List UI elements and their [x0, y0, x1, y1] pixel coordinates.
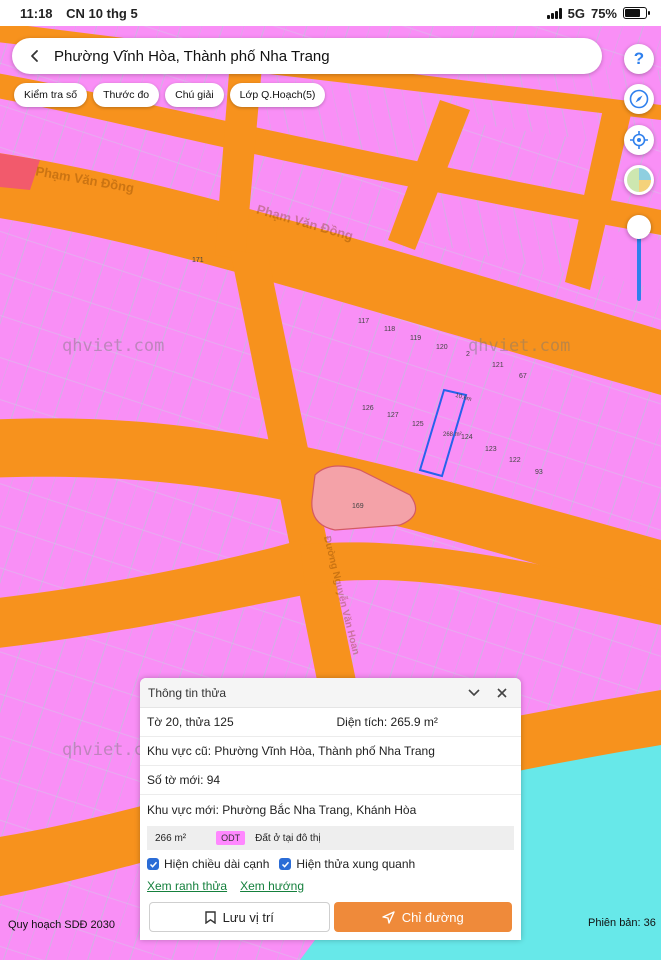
parcel-label: 120: [436, 344, 448, 351]
map-layer-title: Quy hoạch SDĐ 2030: [8, 919, 116, 931]
view-boundary-link[interactable]: Xem ranh thửa: [147, 879, 227, 893]
send-icon: [382, 910, 395, 924]
parcel-label: 2: [466, 351, 470, 358]
map-toolbar: Kiểm tra số Thước đo Chú giải Lớp Q.Hoạc…: [14, 83, 326, 107]
parcel-area: Diện tích: 265.9 m²: [336, 715, 438, 729]
parcel-label: 171: [192, 257, 204, 264]
parcel-label: 93: [535, 469, 543, 476]
parcel-label: 124: [461, 434, 473, 441]
parcel-area-label: 268 m²: [443, 432, 462, 438]
status-time: 11:18: [20, 5, 53, 21]
new-area-row: Khu vực mới: Phường Bắc Nha Trang, Khánh…: [140, 795, 521, 824]
parcel-label: 125: [412, 421, 424, 428]
measure-button[interactable]: Thước đo: [93, 83, 160, 107]
parcel-label: 67: [519, 373, 527, 380]
watermark: qhviet.com: [468, 336, 571, 356]
parcel-label: 121: [492, 362, 504, 369]
land-size: 266 m²: [155, 832, 187, 844]
parcel-label: 118: [384, 326, 396, 333]
land-description: Đất ở tại đô thị: [255, 832, 321, 844]
checkbox-checked-icon[interactable]: [147, 858, 159, 870]
new-sheet-row: Số tờ mới: 94: [140, 766, 521, 795]
panel-title: Thông tin thửa: [148, 685, 227, 700]
slider-knob[interactable]: [627, 215, 651, 239]
back-arrow-icon[interactable]: [24, 45, 46, 67]
parcel-label: 122: [509, 457, 521, 464]
parcel-label: 117: [358, 318, 370, 325]
old-area: Khu vực cũ: Phường Vĩnh Hòa, Thành phố N…: [147, 744, 435, 758]
parcel-label: 123: [485, 446, 497, 453]
close-icon[interactable]: [491, 682, 513, 704]
help-button[interactable]: ?: [624, 44, 654, 74]
opacity-slider[interactable]: [626, 205, 652, 305]
pie-chart-icon: [627, 168, 651, 192]
land-code-badge: ODT: [216, 831, 246, 845]
planning-layer-button[interactable]: Lớp Q.Hoạch(5): [229, 83, 326, 107]
compass-button[interactable]: [624, 84, 654, 114]
land-use-row: 266 m² ODT Đất ở tại đô thị: [147, 826, 514, 850]
new-area: Khu vực mới: Phường Bắc Nha Trang, Khánh…: [147, 802, 417, 817]
status-bar: 11:18 CN 10 thg 5 5G 75%: [0, 0, 661, 26]
checkbox-label: Hiện thửa xung quanh: [296, 857, 416, 871]
signal-icon: [546, 7, 562, 19]
parcel-info-panel: Thông tin thửa Tờ 20, thửa 125 Diện tích…: [140, 678, 521, 940]
parcel-id-row: Tờ 20, thửa 125 Diện tích: 265.9 m²: [140, 708, 521, 737]
directions-button[interactable]: Chỉ đường: [333, 902, 512, 932]
network-type: 5G: [567, 5, 585, 21]
layer-opacity-button[interactable]: [624, 165, 654, 195]
sheet-parcel: Tờ 20, thửa 125: [147, 715, 234, 729]
location-title: Phường Vĩnh Hòa, Thành phố Nha Trang: [54, 47, 330, 65]
options-row: Hiện chiều dài cạnh Hiện thửa xung quanh: [140, 852, 521, 876]
view-direction-link[interactable]: Xem hướng: [240, 879, 304, 893]
parcel-label: 169: [352, 503, 364, 510]
action-buttons: Lưu vị trí Chỉ đường: [140, 896, 521, 938]
check-number-button[interactable]: Kiểm tra số: [14, 83, 88, 107]
legend-button[interactable]: Chú giải: [165, 83, 224, 107]
location-search-bar[interactable]: Phường Vĩnh Hòa, Thành phố Nha Trang: [12, 38, 602, 74]
checkbox-checked-icon[interactable]: [279, 858, 292, 870]
watermark: qhviet.com: [62, 336, 165, 356]
version-label: Phiên bản: 36: [588, 917, 656, 929]
chevron-down-icon[interactable]: [463, 682, 485, 704]
directions-label: Chỉ đường: [401, 909, 464, 925]
compass-icon: [629, 89, 649, 109]
bookmark-icon: [204, 910, 216, 924]
battery-percent: 75%: [590, 5, 617, 21]
save-location-button[interactable]: Lưu vị trí: [149, 902, 330, 932]
panel-header: Thông tin thửa: [140, 678, 521, 708]
parcel-label: 127: [387, 412, 399, 419]
parcel-label: 119: [410, 335, 422, 342]
crosshair-icon: [630, 131, 648, 149]
my-location-button[interactable]: [624, 125, 654, 155]
status-date: CN 10 thg 5: [66, 5, 138, 21]
help-icon: ?: [633, 49, 645, 68]
save-label: Lưu vị trí: [222, 909, 274, 925]
links-row: Xem ranh thửa Xem hướng: [140, 876, 521, 896]
battery-icon: [623, 7, 650, 19]
parcel-label: 126: [362, 405, 374, 412]
checkbox-label: Hiện chiều dài cạnh: [164, 857, 270, 871]
old-area-row: Khu vực cũ: Phường Vĩnh Hòa, Thành phố N…: [140, 737, 521, 766]
show-edge-length-checkbox[interactable]: Hiện chiều dài cạnh: [147, 857, 269, 871]
new-sheet: Số tờ mới: 94: [147, 773, 221, 787]
show-neighbors-checkbox[interactable]: Hiện thửa xung quanh: [279, 857, 415, 871]
